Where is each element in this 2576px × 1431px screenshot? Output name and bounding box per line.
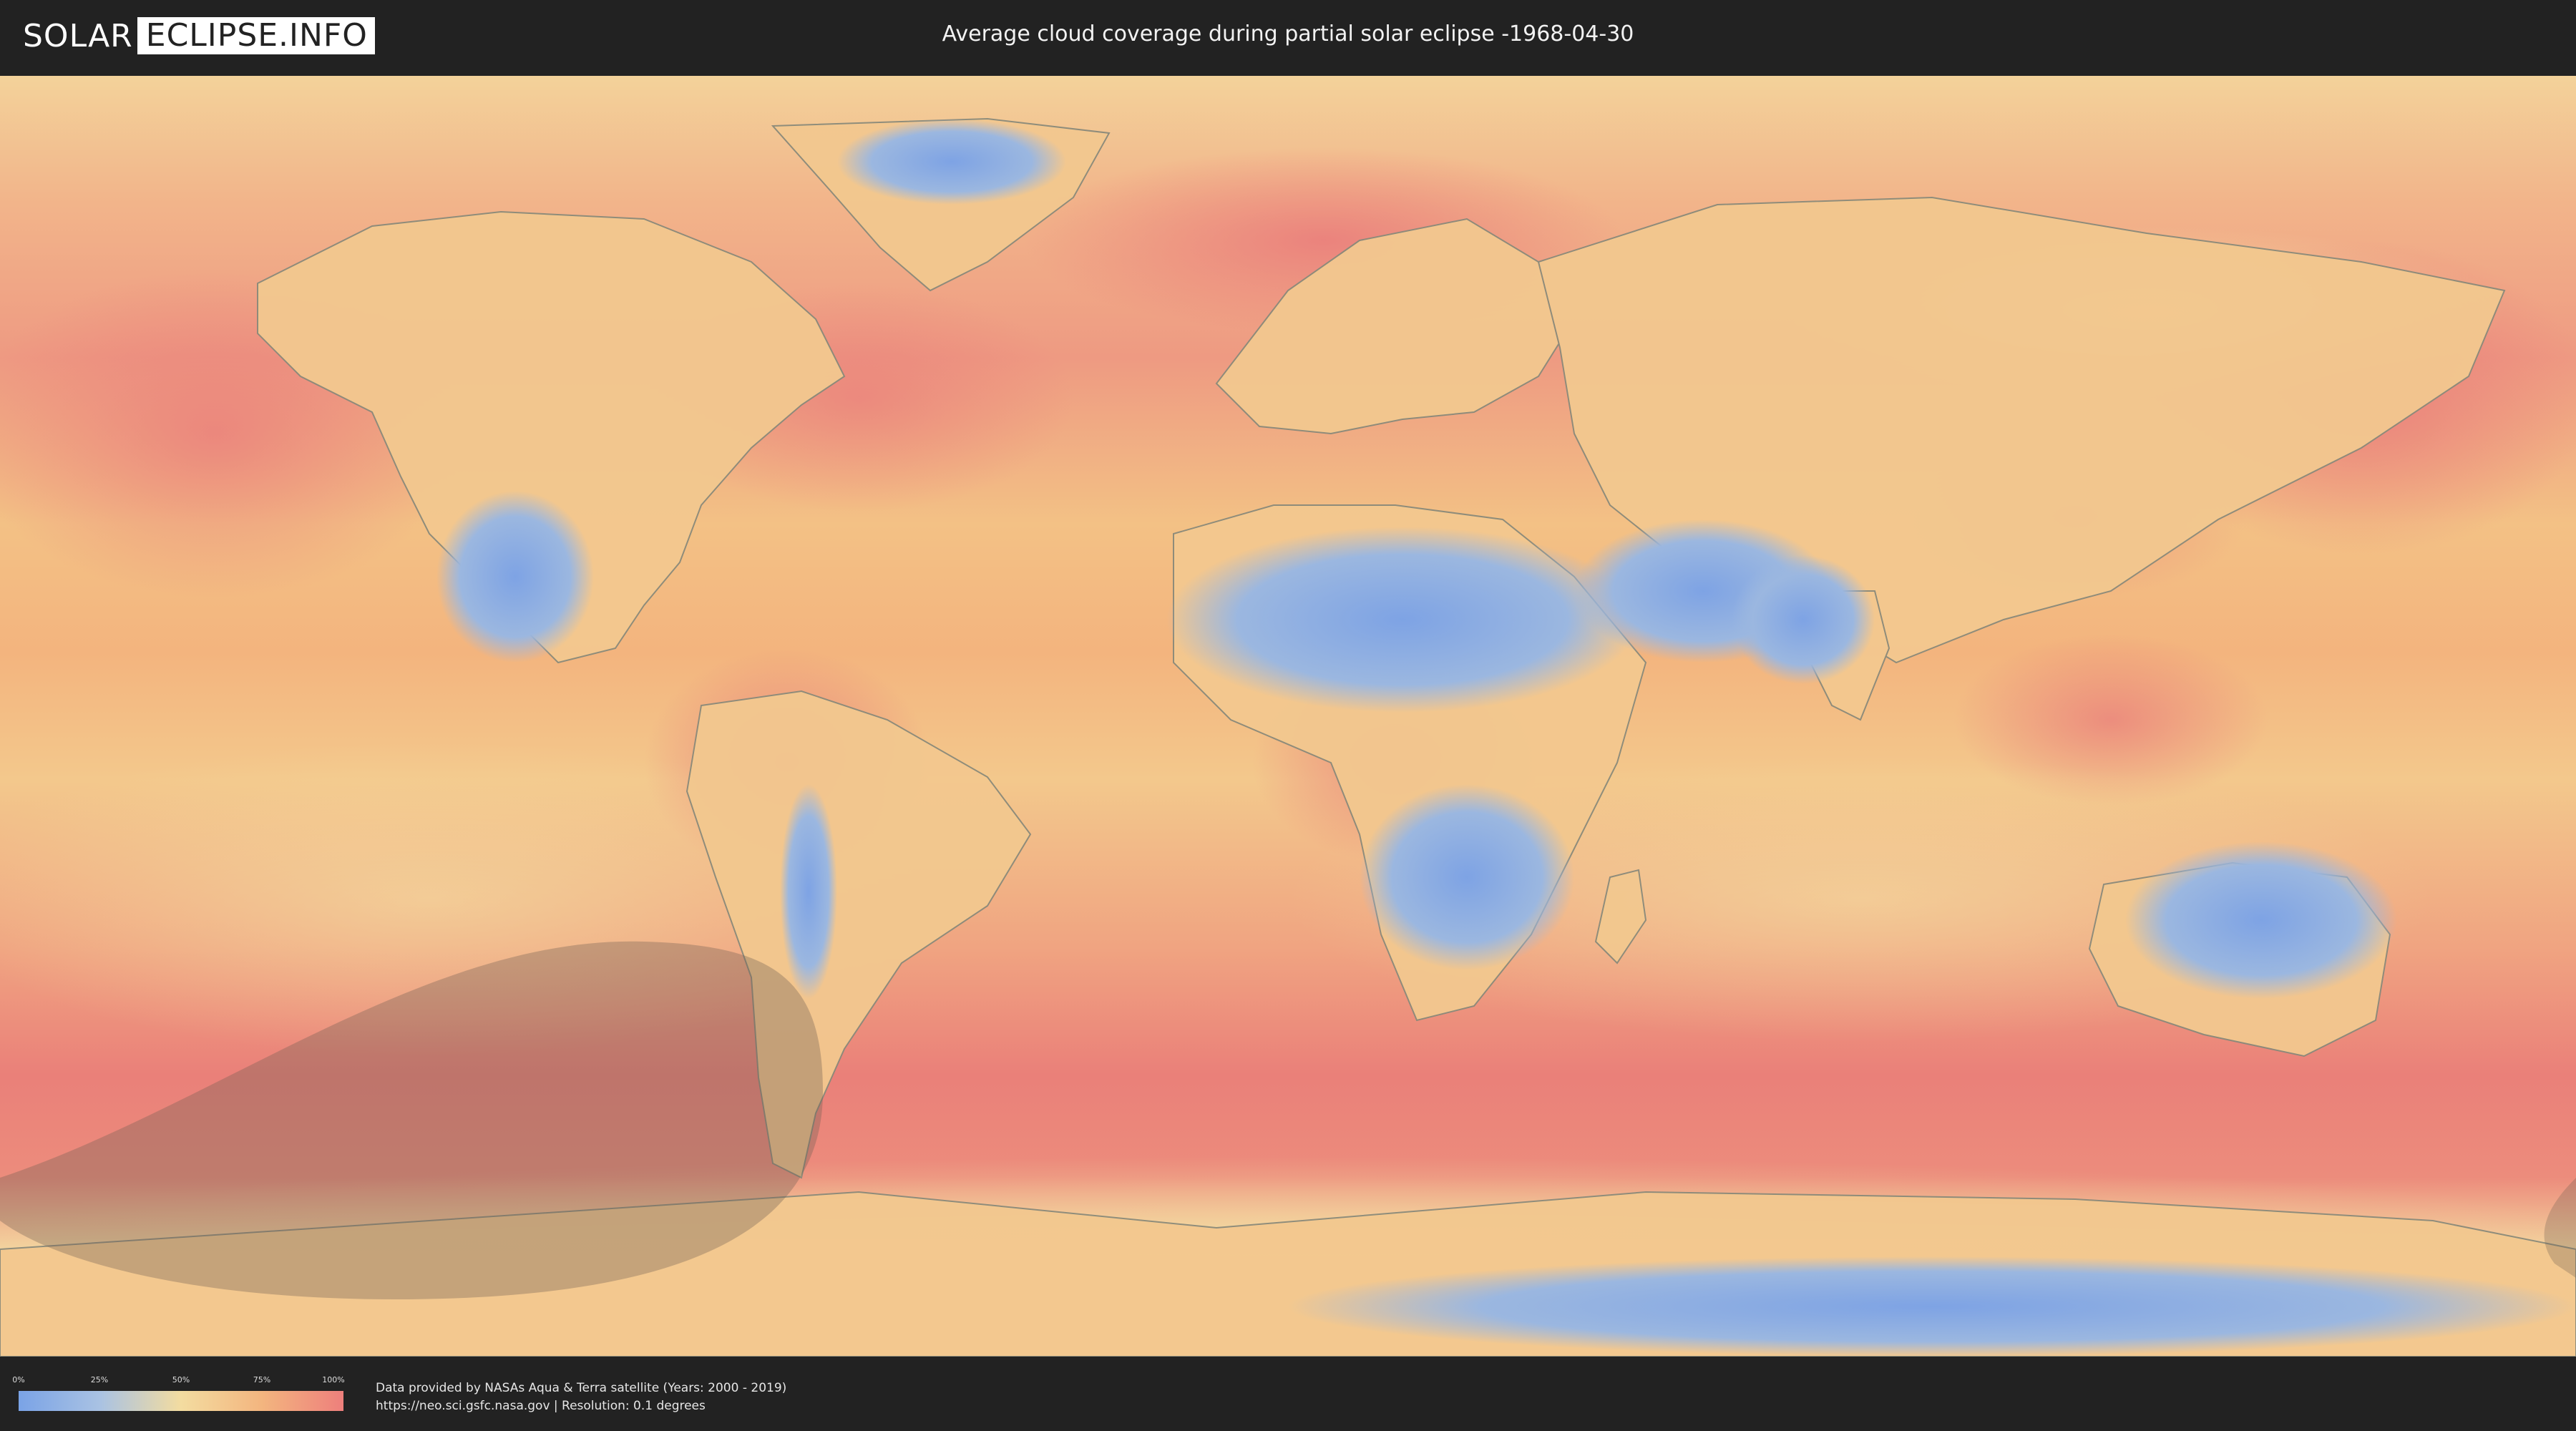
legend-tick-labels: 0% 25% 50% 75% 100% bbox=[12, 1375, 345, 1387]
page-title: Average cloud coverage during partial so… bbox=[942, 21, 1634, 47]
data-credits: Data provided by NASAs Aqua & Terra sate… bbox=[376, 1379, 786, 1415]
cloud-coverage-legend-bar bbox=[19, 1391, 343, 1411]
credits-line-2: https://neo.sci.gsfc.nasa.gov | Resoluti… bbox=[376, 1399, 706, 1413]
legend-tick-75: 75% bbox=[253, 1375, 271, 1384]
legend-tick-0: 0% bbox=[12, 1375, 25, 1384]
legend-tick-100: 100% bbox=[322, 1375, 345, 1384]
legend-tick-25: 25% bbox=[90, 1375, 109, 1384]
header-bar: SOLAR ECLIPSE.INFO Average cloud coverag… bbox=[0, 0, 2576, 73]
world-map-svg bbox=[0, 76, 2576, 1357]
cloud-coverage-map[interactable] bbox=[0, 76, 2576, 1357]
credits-line-1: Data provided by NASAs Aqua & Terra sate… bbox=[376, 1381, 787, 1395]
legend-tick-50: 50% bbox=[172, 1375, 190, 1384]
